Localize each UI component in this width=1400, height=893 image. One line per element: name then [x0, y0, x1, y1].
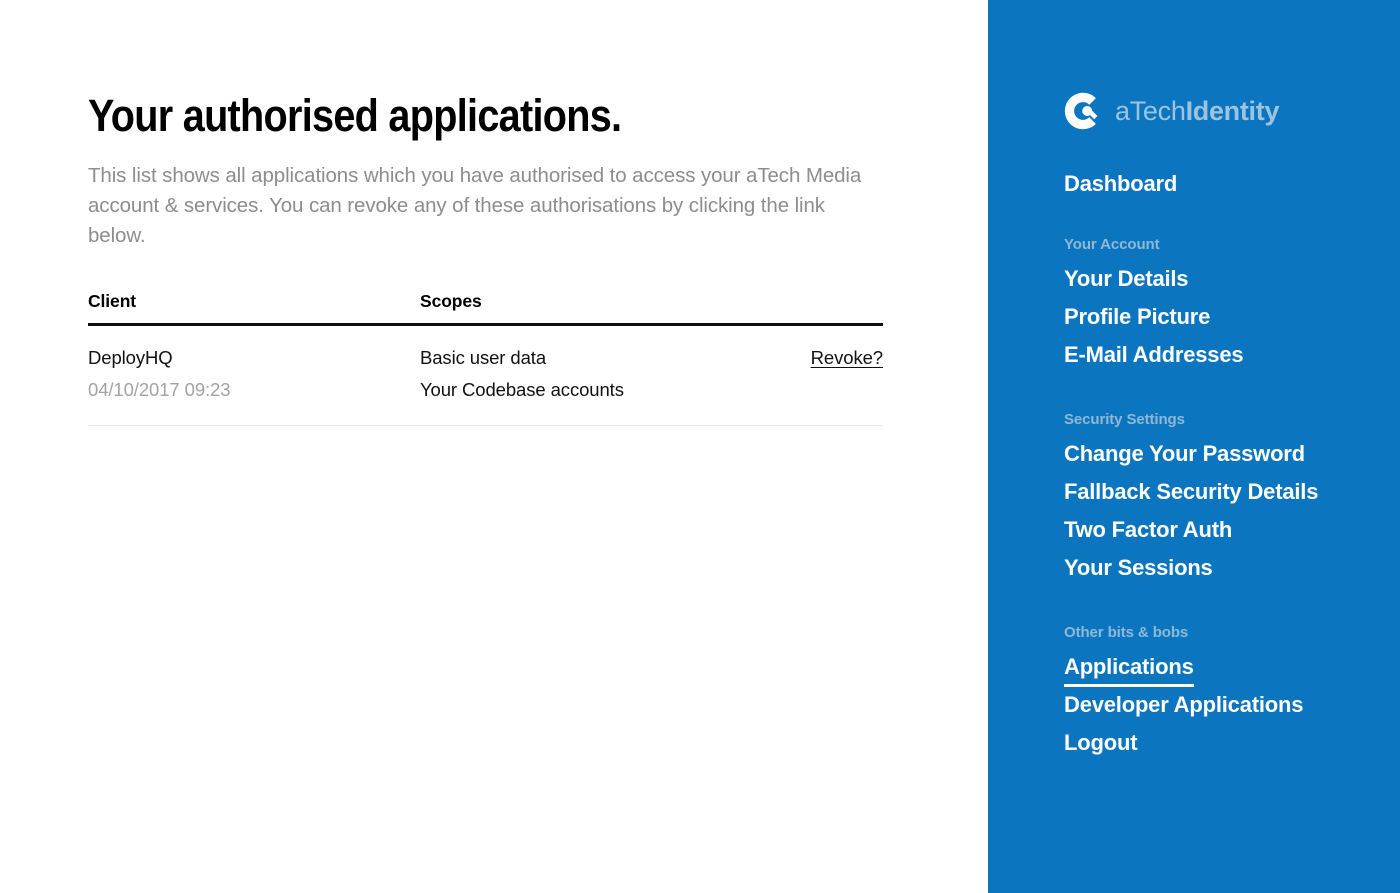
- sidebar-group-title: Other bits & bobs: [1064, 624, 1189, 641]
- sidebar-group-security-settings: Security Settings Change Your Password F…: [1064, 412, 1394, 588]
- sidebar-item-your-sessions[interactable]: Your Sessions: [1064, 550, 1213, 588]
- sidebar-group-title: Your Account: [1064, 236, 1160, 253]
- column-header-actions: [740, 291, 883, 327]
- page-root: Your authorised applications. This list …: [0, 0, 1400, 893]
- client-authorised-date: 04/10/2017 09:23: [88, 379, 231, 401]
- revoke-link[interactable]: Revoke?: [811, 347, 883, 368]
- sidebar-item-dashboard[interactable]: Dashboard: [1064, 168, 1177, 200]
- page-intro-text: This list shows all applications which y…: [88, 164, 862, 248]
- sidebar-nav: Dashboard Your Account Your Details Prof…: [1064, 168, 1394, 763]
- page-title: Your authorised applications.: [88, 90, 622, 141]
- sidebar-item-fallback-security-details[interactable]: Fallback Security Details: [1064, 474, 1318, 512]
- cell-actions: Revoke?: [740, 324, 883, 427]
- sidebar-item-profile-picture[interactable]: Profile Picture: [1064, 299, 1210, 337]
- main-inner: Your authorised applications. This list …: [88, 90, 884, 427]
- client-name: DeployHQ: [88, 347, 173, 369]
- cell-client: DeployHQ 04/10/2017 09:23: [88, 324, 420, 427]
- table-row: DeployHQ 04/10/2017 09:23 Basic user dat…: [88, 324, 883, 427]
- scope-item: Your Codebase accounts: [420, 379, 624, 401]
- column-header-client: Client: [88, 291, 420, 327]
- table-header-row: Client Scopes: [88, 291, 883, 327]
- sidebar-item-change-your-password[interactable]: Change Your Password: [1064, 440, 1305, 474]
- table-header: Client Scopes: [88, 291, 883, 327]
- sidebar-group-your-account: Your Account Your Details Profile Pictur…: [1064, 237, 1394, 375]
- cell-scopes: Basic user data Your Codebase accounts: [420, 324, 740, 427]
- brand-text-bold: Identity: [1185, 95, 1280, 126]
- brand-text: aTechIdentity: [1115, 95, 1280, 126]
- sidebar-item-two-factor-auth[interactable]: Two Factor Auth: [1064, 512, 1232, 550]
- sidebar-item-developer-applications[interactable]: Developer Applications: [1064, 687, 1303, 725]
- sidebar-item-applications[interactable]: Applications: [1064, 653, 1194, 687]
- sidebar-group-other-bits-and-bobs: Other bits & bobs Applications Developer…: [1064, 625, 1394, 763]
- atech-circle-logo-icon: [1064, 92, 1098, 130]
- main-content: Your authorised applications. This list …: [0, 0, 988, 893]
- authorised-applications-table: Client Scopes DeployHQ 04/10/2017 09:23 …: [88, 291, 883, 427]
- sidebar-item-email-addresses[interactable]: E-Mail Addresses: [1064, 337, 1244, 375]
- brand-logo[interactable]: aTechIdentity: [1064, 92, 1279, 130]
- sidebar: aTechIdentity Dashboard Your Account You…: [988, 0, 1400, 893]
- sidebar-item-logout[interactable]: Logout: [1064, 725, 1138, 763]
- scope-item: Basic user data: [420, 347, 547, 369]
- table-body: DeployHQ 04/10/2017 09:23 Basic user dat…: [88, 324, 883, 427]
- sidebar-group-title: Security Settings: [1064, 411, 1185, 428]
- brand-text-light: aTech: [1115, 95, 1186, 126]
- sidebar-item-your-details[interactable]: Your Details: [1064, 265, 1189, 299]
- column-header-scopes: Scopes: [420, 291, 740, 327]
